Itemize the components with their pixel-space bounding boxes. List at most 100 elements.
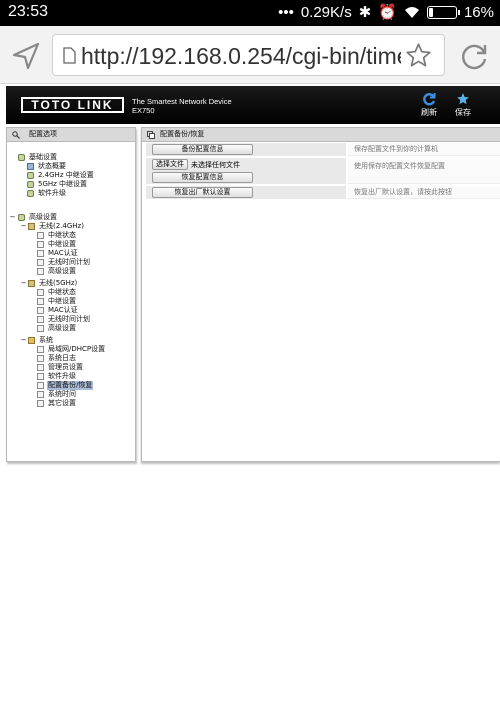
tree-item[interactable]: 中继设置 <box>37 297 77 306</box>
tree-advanced-settings[interactable]: 高级设置 <box>18 213 58 222</box>
file-status: 未选择任何文件 <box>191 160 240 169</box>
url-bar[interactable]: http://192.168.0.254/cgi-bin/timep <box>52 34 445 76</box>
page-icon <box>37 400 44 407</box>
tree-item[interactable]: 高级设置 <box>37 324 77 333</box>
folder-icon <box>28 337 35 344</box>
wifi-icon <box>404 6 419 18</box>
model-text: EX750 <box>132 106 155 115</box>
alarm-icon: ⏰ <box>378 4 397 21</box>
page-icon <box>37 268 44 275</box>
backup-row: 备份配置信息 保存配置文件到你的计算机 <box>146 143 500 156</box>
page-title-icon <box>147 131 155 139</box>
page-icon <box>37 364 44 371</box>
tree-item[interactable]: 其它设置 <box>37 399 77 408</box>
tree-item-24g-repeater[interactable]: 2.4GHz 中继设置 <box>27 171 95 180</box>
restore-file-row: 选择文件 未选择任何文件 使用保存的配置文件恢复配置 <box>146 158 500 173</box>
wireless-icon <box>27 181 34 188</box>
backup-restore-panel: 配置备份/恢复 备份配置信息 保存配置文件到你的计算机 选择文件 未选择任何文件… <box>141 127 500 462</box>
tagline: The Smartest Network Device EX750 <box>132 97 232 115</box>
browser-toolbar: http://192.168.0.254/cgi-bin/timep <box>0 26 500 84</box>
page-icon <box>37 232 44 239</box>
tree-item[interactable]: 无线时间计划 <box>37 258 91 267</box>
factory-reset-row: 恢复出厂默认设置 恢复出厂默认设置，请按此按钮 <box>146 186 500 199</box>
bluetooth-icon: ✱ <box>358 4 372 21</box>
battery-percent: 16% <box>463 3 494 21</box>
tree-item[interactable]: 中继状态 <box>37 231 77 240</box>
config-options-panel: 配置选项 基础设置 状态概要 2.4GHz 中继设置 5GHz 中继设置 软件升… <box>6 127 136 462</box>
tree-item[interactable]: MAC认证 <box>37 306 79 315</box>
tree-item-5g-repeater[interactable]: 5GHz 中继设置 <box>27 180 88 189</box>
tree-system[interactable]: 系统 <box>28 336 54 345</box>
tree-item[interactable]: 无线时间计划 <box>37 315 91 324</box>
choose-file-button[interactable]: 选择文件 <box>152 159 188 170</box>
page-icon <box>63 47 76 64</box>
tree-item[interactable]: 局域网/DHCP设置 <box>37 345 106 354</box>
tree-item[interactable]: 系统日志 <box>37 354 77 363</box>
save-button[interactable]: 保存 <box>448 92 478 118</box>
bookmark-star-icon[interactable] <box>405 42 432 69</box>
panel-title: 配置选项 <box>7 128 135 142</box>
page-icon <box>37 307 44 314</box>
collapse-icon[interactable]: − <box>20 279 27 288</box>
reload-icon[interactable] <box>458 40 490 72</box>
status-icons: ••• 0.29K/s ✱ ⏰ 16% <box>278 3 494 22</box>
tree-item[interactable]: 中继状态 <box>37 288 77 297</box>
tree-item[interactable]: 高级设置 <box>37 267 77 276</box>
collapse-icon[interactable]: − <box>20 222 27 231</box>
tree-item[interactable]: 管理员设置 <box>37 363 84 372</box>
page-icon <box>37 325 44 332</box>
router-header: TOTO LINK The Smartest Network Device EX… <box>6 86 500 124</box>
page-icon <box>37 241 44 248</box>
tagline-text: The Smartest Network Device <box>132 97 232 106</box>
tree-wireless-5g[interactable]: 无线(5GHz) <box>28 279 78 288</box>
status-time: 23:53 <box>8 3 49 20</box>
factory-reset-description: 恢复出厂默认设置，请按此按钮 <box>348 186 500 199</box>
status-icon <box>27 163 34 170</box>
upgrade-icon <box>27 190 34 197</box>
tree-item[interactable]: 系统时间 <box>37 390 77 399</box>
tree-basic-settings[interactable]: 基础设置 <box>18 153 58 162</box>
refresh-button[interactable]: 刷新 <box>414 92 444 118</box>
page-icon <box>37 391 44 398</box>
tree-item[interactable]: MAC认证 <box>37 249 79 258</box>
page-title: 配置备份/恢复 <box>160 130 205 138</box>
battery-icon <box>426 5 460 19</box>
file-input[interactable]: 选择文件 未选择任何文件 <box>152 159 240 170</box>
backup-description: 保存配置文件到你的计算机 <box>348 143 500 156</box>
tree-item-backup-restore[interactable]: 配置备份/恢复 <box>37 381 94 390</box>
panel-title: 配置备份/恢复 <box>142 128 500 142</box>
magnifier-icon <box>12 131 20 139</box>
page-icon <box>37 250 44 257</box>
save-label: 保存 <box>455 108 471 117</box>
backup-config-button[interactable]: 备份配置信息 <box>152 144 253 155</box>
tree-wireless-24g[interactable]: 无线(2.4GHz) <box>28 222 85 231</box>
page-icon <box>37 346 44 353</box>
wireless-icon <box>27 172 34 179</box>
collapse-icon[interactable]: − <box>9 213 16 222</box>
page-icon <box>37 298 44 305</box>
page-icon <box>37 259 44 266</box>
tree-item-status[interactable]: 状态概要 <box>27 162 67 171</box>
restore-config-button[interactable]: 恢复配置信息 <box>152 172 253 183</box>
navigate-arrow-icon[interactable] <box>10 40 42 72</box>
collapse-icon[interactable]: − <box>20 336 27 345</box>
url-text[interactable]: http://192.168.0.254/cgi-bin/timep <box>81 43 401 70</box>
tree-item[interactable]: 中继设置 <box>37 240 77 249</box>
folder-icon <box>28 223 35 230</box>
signal-dots-icon: ••• <box>278 3 294 21</box>
tree-item-firmware[interactable]: 软件升级 <box>27 189 67 198</box>
settings-folder-icon <box>18 214 25 221</box>
restore-button-row: 恢复配置信息 <box>146 171 500 184</box>
tree-item[interactable]: 软件升级 <box>37 372 77 381</box>
save-star-icon <box>457 93 469 105</box>
page-icon <box>37 382 44 389</box>
config-options-title: 配置选项 <box>29 130 57 138</box>
factory-reset-button[interactable]: 恢复出厂默认设置 <box>152 187 253 198</box>
settings-folder-icon <box>18 154 25 161</box>
refresh-icon <box>423 93 436 106</box>
network-speed: 0.29K/s <box>300 3 352 21</box>
page-icon <box>37 316 44 323</box>
folder-icon <box>28 280 35 287</box>
status-bar: 23:53 ••• 0.29K/s ✱ ⏰ 16% <box>0 0 500 26</box>
refresh-label: 刷新 <box>421 108 437 117</box>
